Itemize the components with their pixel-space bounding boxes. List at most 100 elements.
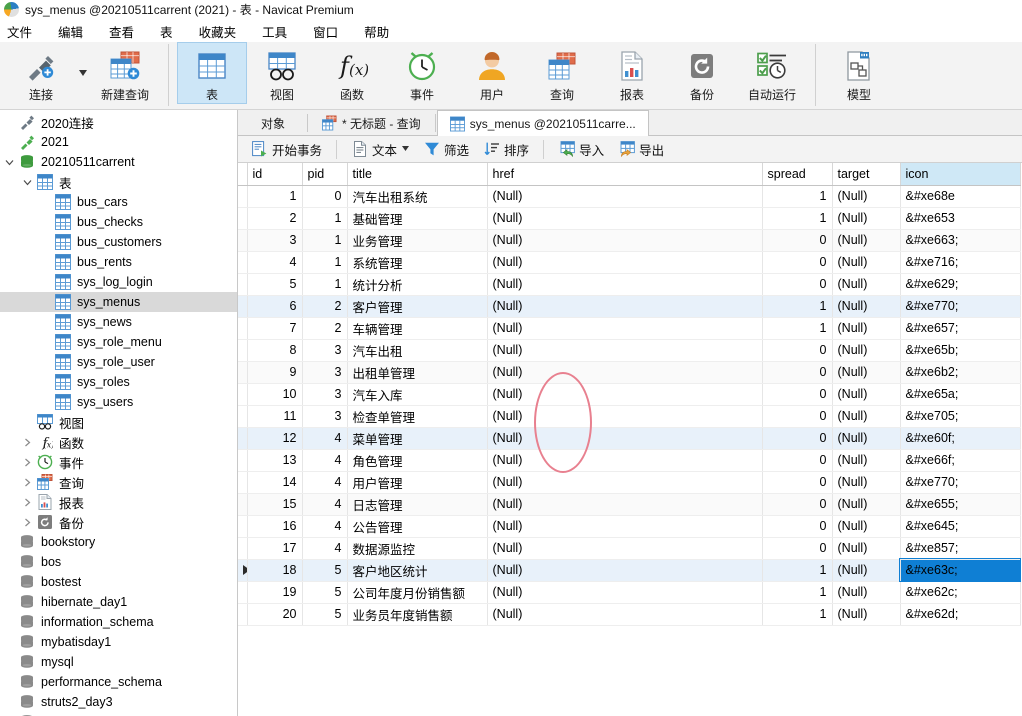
cell-target[interactable]: (Null) (832, 493, 901, 516)
table-row[interactable]: 1 0 汽车出租系统 (Null) 1 (Null) &#xe68e (238, 185, 1021, 208)
table-row[interactable]: 20 5 业务员年度销售额 (Null) 1 (Null) &#xe62d; (238, 603, 1021, 626)
cell-pid[interactable]: 2 (302, 317, 348, 340)
cell-pid[interactable]: 5 (302, 603, 348, 626)
toolbar-button-view[interactable]: 视图 (247, 42, 317, 104)
cell-pid[interactable]: 4 (302, 449, 348, 472)
row-marker[interactable] (238, 251, 248, 274)
table-row[interactable]: 11 3 检查单管理 (Null) 0 (Null) &#xe705; (238, 405, 1021, 428)
cell-href[interactable]: (Null) (487, 339, 763, 362)
sidebar-item--[interactable]: 视图 (0, 412, 237, 432)
cell-icon[interactable]: &#xe770; (900, 295, 1021, 318)
sidebar-item-bus_rents[interactable]: bus_rents (0, 252, 237, 272)
cell-target[interactable]: (Null) (832, 361, 901, 384)
sidebar-item--[interactable]: f(x) 函数 (0, 432, 237, 452)
cell-icon[interactable]: &#xe6b2; (900, 361, 1021, 384)
cell-spread[interactable]: 1 (762, 581, 833, 604)
cell-target[interactable]: (Null) (832, 581, 901, 604)
cell-pid[interactable]: 0 (302, 185, 348, 208)
cell-target[interactable]: (Null) (832, 449, 901, 472)
row-marker[interactable] (238, 427, 248, 450)
cell-id[interactable]: 7 (247, 317, 303, 340)
cell-pid[interactable]: 4 (302, 471, 348, 494)
column-header-id[interactable]: id (247, 163, 303, 186)
table-row[interactable]: 8 3 汽车出租 (Null) 0 (Null) &#xe65b; (238, 339, 1021, 362)
table-row[interactable]: 2 1 基础管理 (Null) 1 (Null) &#xe653 (238, 207, 1021, 230)
cell-pid[interactable]: 2 (302, 295, 348, 318)
menu-edit[interactable]: 编辑 (45, 20, 96, 43)
cell-pid[interactable]: 4 (302, 427, 348, 450)
cell-icon[interactable]: &#xe857; (900, 537, 1021, 560)
cell-href[interactable]: (Null) (487, 427, 763, 450)
sidebar-item-bos[interactable]: bos (0, 552, 237, 572)
cell-title[interactable]: 汽车出租 (347, 339, 488, 362)
column-header-title[interactable]: title (347, 163, 488, 186)
cell-pid[interactable]: 4 (302, 515, 348, 538)
cell-icon[interactable]: &#xe645; (900, 515, 1021, 538)
row-marker[interactable] (238, 317, 248, 340)
row-marker[interactable] (238, 185, 248, 208)
cell-icon[interactable]: &#xe663; (900, 229, 1021, 252)
cell-target[interactable]: (Null) (832, 405, 901, 428)
cell-title[interactable]: 汽车出租系统 (347, 185, 488, 208)
row-marker[interactable] (238, 229, 248, 252)
toolbar-button-user[interactable]: 用户 (457, 42, 527, 104)
cell-id[interactable]: 11 (247, 405, 303, 428)
menu-table[interactable]: 表 (147, 20, 186, 43)
sidebar-item--[interactable]: 查询 (0, 472, 237, 492)
cell-title[interactable]: 菜单管理 (347, 427, 488, 450)
menu-file[interactable]: 文件 (0, 20, 45, 43)
column-header-icon[interactable]: icon (900, 163, 1021, 186)
tab-sys-menus[interactable]: sys_menus @20210511carre... (436, 110, 649, 136)
column-header-spread[interactable]: spread (762, 163, 833, 186)
cell-id[interactable]: 9 (247, 361, 303, 384)
sidebar-item-bostest[interactable]: bostest (0, 572, 237, 592)
menu-view[interactable]: 查看 (96, 20, 147, 43)
grid-toolbar-export[interactable]: 导出 (611, 138, 671, 161)
cell-title[interactable]: 统计分析 (347, 273, 488, 296)
cell-icon[interactable]: &#xe62c; (900, 581, 1021, 604)
cell-href[interactable]: (Null) (487, 185, 763, 208)
row-marker[interactable] (238, 339, 248, 362)
cell-title[interactable]: 数据源监控 (347, 537, 488, 560)
cell-target[interactable]: (Null) (832, 185, 901, 208)
cell-spread[interactable]: 1 (762, 185, 833, 208)
sidebar-item--[interactable]: 事件 (0, 452, 237, 472)
grid-toolbar-text[interactable]: 文本 (344, 138, 416, 161)
cell-id[interactable]: 5 (247, 273, 303, 296)
connection-dropdown-caret-icon[interactable] (76, 42, 90, 104)
table-row[interactable]: 18 5 客户地区统计 (Null) 1 (Null) &#xe63c; (238, 558, 1021, 582)
cell-spread[interactable]: 1 (762, 295, 833, 318)
chevron-right-icon[interactable] (18, 452, 36, 472)
menu-tools[interactable]: 工具 (249, 20, 300, 43)
sidebar-item-sys_menus[interactable]: sys_menus (0, 292, 237, 312)
data-grid-container[interactable]: id pid title href spread target icon 1 0 汽车出租系统(… (238, 163, 1022, 716)
chevron-right-icon[interactable] (18, 432, 36, 452)
grid-toolbar-begin-transaction[interactable]: 开始事务 (244, 138, 329, 161)
sidebar-item-performance_schema[interactable]: performance_schema (0, 672, 237, 692)
sidebar-item-information_schema[interactable]: information_schema (0, 612, 237, 632)
sidebar-item-2020-[interactable]: 2020连接 (0, 112, 237, 132)
cell-icon[interactable]: &#xe60f; (900, 427, 1021, 450)
toolbar-button-new-query[interactable]: 新建查询 (90, 42, 160, 104)
cell-pid[interactable]: 1 (302, 207, 348, 230)
menu-help[interactable]: 帮助 (351, 20, 402, 43)
toolbar-button-query[interactable]: 查询 (527, 42, 597, 104)
table-row[interactable]: 7 2 车辆管理 (Null) 1 (Null) &#xe657; (238, 317, 1021, 340)
cell-pid[interactable]: 4 (302, 537, 348, 560)
row-marker[interactable] (238, 273, 248, 296)
cell-href[interactable]: (Null) (487, 207, 763, 230)
sidebar-item-hibernate_day1[interactable]: hibernate_day1 (0, 592, 237, 612)
sidebar-item-sys_role_user[interactable]: sys_role_user (0, 352, 237, 372)
cell-icon[interactable]: &#xe655; (900, 493, 1021, 516)
cell-id[interactable]: 1 (247, 185, 303, 208)
cell-href[interactable]: (Null) (487, 603, 763, 626)
cell-id[interactable]: 4 (247, 251, 303, 274)
row-marker[interactable] (238, 493, 248, 516)
cell-id[interactable]: 19 (247, 581, 303, 604)
cell-id[interactable]: 2 (247, 207, 303, 230)
cell-spread[interactable]: 1 (762, 207, 833, 230)
cell-id[interactable]: 13 (247, 449, 303, 472)
sidebar-item-bookstory[interactable]: bookstory (0, 532, 237, 552)
table-row[interactable]: 19 5 公司年度月份销售额 (Null) 1 (Null) &#xe62c; (238, 581, 1021, 604)
cell-target[interactable]: (Null) (832, 471, 901, 494)
